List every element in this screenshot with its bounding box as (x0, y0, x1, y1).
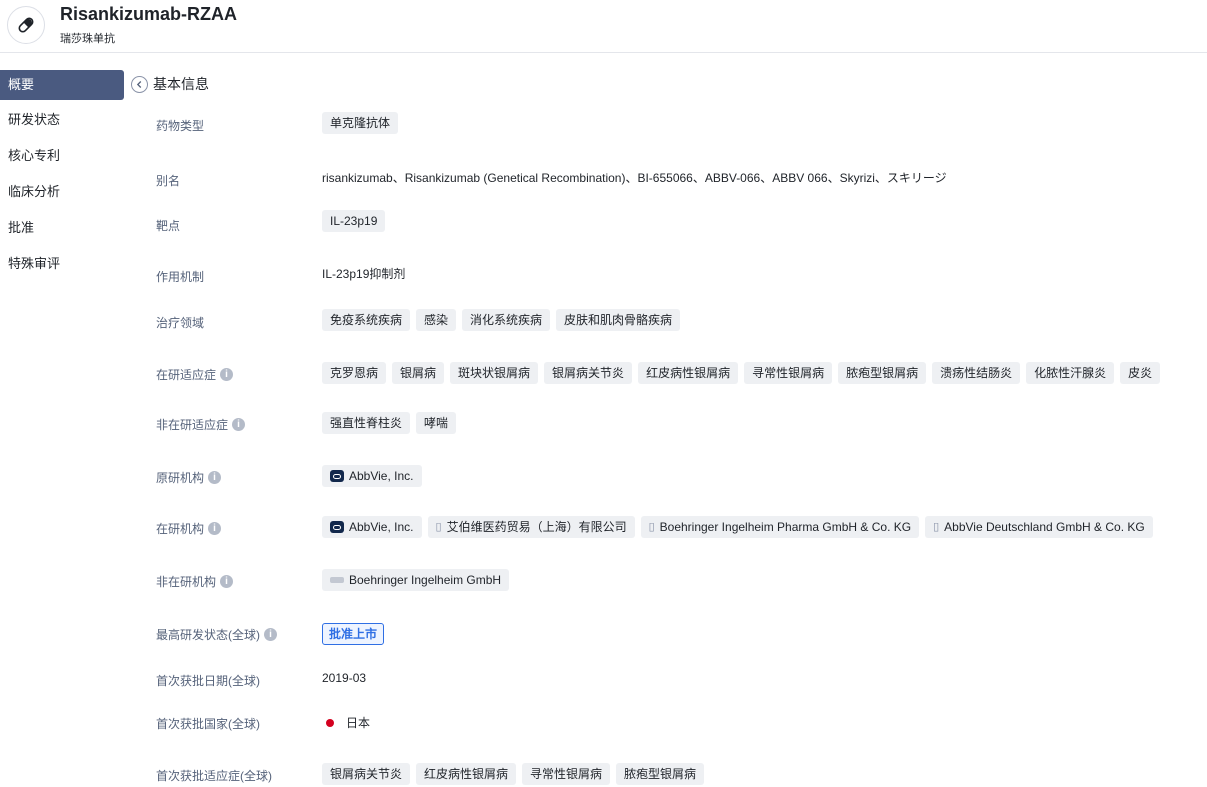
field-label: 在研机构 i (156, 520, 222, 537)
info-icon[interactable]: i (208, 522, 222, 535)
field-label: 首次获批适应症(全球) (156, 769, 272, 783)
field-value: 银屑病关节炎 红皮病性银屑病 寻常性银屑病 脓疱型银屑病 (322, 763, 705, 785)
tag-chip[interactable]: 寻常性银屑病 (522, 763, 611, 785)
field-label: 原研机构 i (156, 469, 222, 486)
tag-chip[interactable]: 脓疱型银屑病 (838, 362, 927, 384)
field-value: AbbVie, Inc. (322, 465, 422, 487)
tag-chip[interactable]: 消化系统疾病 (462, 309, 551, 331)
field-label: 在研适应症 i (156, 366, 234, 383)
pill-icon (7, 6, 45, 44)
org-name: AbbVie Deutschland GmbH & Co. KG (944, 520, 1145, 534)
field-label-text: 原研机构 (156, 471, 205, 485)
chevron-left-icon (136, 81, 142, 88)
section-title-basic-info: 基本信息 (153, 76, 209, 92)
tag-chip[interactable]: 皮肤和肌肉骨骼疾病 (556, 309, 681, 331)
field-value: 批准上市 (322, 623, 385, 645)
sidebar-item-core-patents[interactable]: 核心专利 (0, 138, 124, 174)
boehringer-logo (330, 577, 344, 583)
org-name: AbbVie, Inc. (349, 520, 414, 534)
collapse-sidebar-button[interactable] (131, 76, 148, 93)
tag-chip[interactable]: 强直性脊柱炎 (322, 412, 411, 434)
field-label: 靶点 (156, 219, 181, 233)
tag-chip[interactable]: 银屑病关节炎 (322, 763, 411, 785)
org-name: AbbVie, Inc. (349, 469, 414, 483)
org-chip[interactable]: AbbVie, Inc. (322, 516, 422, 538)
tag-chip[interactable]: 红皮病性银屑病 (638, 362, 739, 384)
tag-chip[interactable]: 斑块状银屑病 (450, 362, 539, 384)
field-label-text: 在研机构 (156, 522, 205, 536)
sidebar-item-special-review[interactable]: 特殊审评 (0, 246, 124, 282)
status-badge: 批准上市 (322, 623, 385, 645)
field-label: 药物类型 (156, 119, 205, 133)
field-value: Boehringer Ingelheim GmbH (322, 569, 510, 591)
building-icon: ▯ (435, 521, 442, 533)
org-name: 艾伯维医药贸易（上海）有限公司 (446, 520, 627, 534)
info-icon[interactable]: i (208, 471, 222, 484)
field-value: 强直性脊柱炎 哮喘 (322, 412, 457, 434)
field-label: 作用机制 (156, 270, 205, 284)
field-label: 首次获批国家(全球) (156, 717, 260, 731)
sidebar-item-overview[interactable]: 概要 (0, 70, 124, 100)
alias-text: risankizumab、Risankizumab (Genetical Rec… (322, 171, 947, 185)
page-title: Risankizumab-RZAA (60, 4, 238, 24)
tag-chip[interactable]: 银屑病关节炎 (544, 362, 633, 384)
sidebar-item-approval[interactable]: 批准 (0, 210, 124, 246)
tag-chip[interactable]: 红皮病性银屑病 (416, 763, 517, 785)
tag-chip[interactable]: 哮喘 (416, 412, 457, 434)
field-value: IL-23p19 (322, 210, 386, 232)
sidebar-item-clinical-analysis[interactable]: 临床分析 (0, 174, 124, 210)
tag-chip[interactable]: 寻常性银屑病 (744, 362, 833, 384)
field-label-text: 非在研机构 (156, 575, 217, 589)
field-value: 免疫系统疾病 感染 消化系统疾病 皮肤和肌肉骨骼疾病 (322, 309, 681, 331)
country-name[interactable]: 日本 (346, 714, 370, 731)
tag-chip[interactable]: 银屑病 (392, 362, 445, 384)
abbvie-logo (330, 521, 344, 533)
country-value: 日本 (322, 714, 370, 731)
abbvie-logo (330, 470, 344, 482)
building-icon: ▯ (648, 521, 655, 533)
page-header: Risankizumab-RZAA 瑞莎珠单抗 (0, 0, 1207, 53)
japan-flag-icon (326, 718, 334, 727)
field-label-text: 最高研发状态(全球) (156, 628, 260, 642)
field-label-text: 非在研适应症 (156, 418, 229, 432)
field-label: 非在研机构 i (156, 573, 234, 590)
org-chip[interactable]: Boehringer Ingelheim GmbH (322, 569, 510, 591)
tag-chip[interactable]: 感染 (416, 309, 457, 331)
info-icon[interactable]: i (220, 368, 234, 381)
page-subtitle: 瑞莎珠单抗 (60, 33, 115, 45)
field-label-text: 在研适应症 (156, 368, 217, 382)
org-name: Boehringer Ingelheim Pharma GmbH & Co. K… (659, 520, 912, 534)
info-icon[interactable]: i (232, 418, 246, 431)
org-chip[interactable]: AbbVie, Inc. (322, 465, 422, 487)
sidebar-nav: 概要 研发状态 核心专利 临床分析 批准 特殊审评 (0, 66, 124, 282)
field-label: 非在研适应症 i (156, 416, 246, 433)
info-icon[interactable]: i (220, 575, 234, 588)
field-value: AbbVie, Inc. ▯ 艾伯维医药贸易（上海）有限公司 ▯ Boehrin… (322, 516, 1153, 538)
target-chip[interactable]: IL-23p19 (322, 210, 386, 232)
tag-chip[interactable]: 免疫系统疾病 (322, 309, 411, 331)
org-chip[interactable]: ▯ 艾伯维医药贸易（上海）有限公司 (427, 516, 635, 538)
mechanism-text[interactable]: IL-23p19抑制剂 (322, 265, 405, 282)
field-value: 克罗恩病 银屑病 斑块状银屑病 银屑病关节炎 红皮病性银屑病 寻常性银屑病 脓疱… (322, 362, 1161, 384)
field-label: 最高研发状态(全球) i (156, 626, 277, 643)
field-label: 别名 (156, 174, 181, 188)
field-label: 治疗领域 (156, 316, 205, 330)
tag-chip[interactable]: 单克隆抗体 (322, 112, 399, 134)
tag-chip[interactable]: 化脓性汗腺炎 (1026, 362, 1115, 384)
tag-chip[interactable]: 溃疡性结肠炎 (932, 362, 1021, 384)
building-icon: ▯ (933, 521, 940, 533)
info-icon[interactable]: i (264, 628, 277, 641)
org-chip[interactable]: ▯ Boehringer Ingelheim Pharma GmbH & Co.… (640, 516, 920, 538)
org-name: Boehringer Ingelheim GmbH (349, 573, 502, 587)
approval-date-text: 2019-03 (322, 671, 367, 685)
field-label: 首次获批日期(全球) (156, 674, 260, 688)
sidebar-item-rd-status[interactable]: 研发状态 (0, 102, 124, 138)
tag-chip[interactable]: 克罗恩病 (322, 362, 387, 384)
field-value: 单克隆抗体 (322, 112, 399, 134)
org-chip[interactable]: ▯ AbbVie Deutschland GmbH & Co. KG (925, 516, 1153, 538)
tag-chip[interactable]: 脓疱型银屑病 (616, 763, 705, 785)
tag-chip[interactable]: 皮炎 (1120, 362, 1161, 384)
